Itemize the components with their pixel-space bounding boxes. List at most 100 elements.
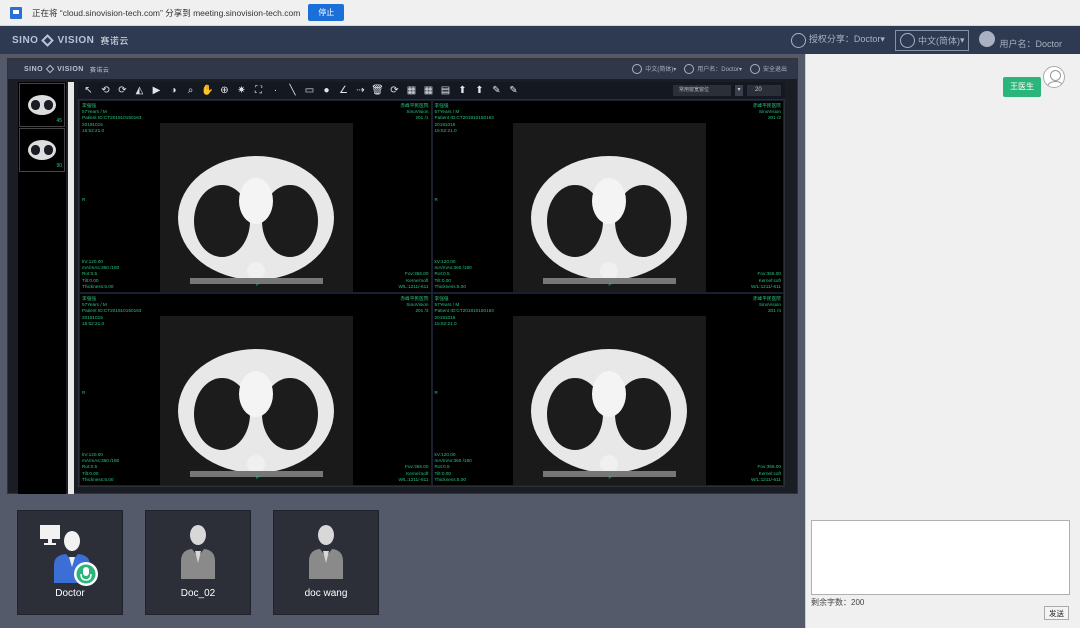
participant-tile[interactable]: Doctor	[17, 510, 123, 615]
pan-icon[interactable]: ✋	[201, 84, 214, 97]
participant-name: doc wang	[304, 588, 348, 599]
participant-tile[interactable]: doc wang	[273, 510, 379, 615]
line-icon[interactable]: ╲	[286, 84, 299, 97]
magnify-icon[interactable]: ⊕	[218, 84, 231, 97]
ct-scan-image	[512, 316, 706, 485]
send-button[interactable]: 发送	[1044, 606, 1069, 620]
shared-globe-icon	[632, 64, 643, 75]
participant-avatar-icon	[40, 523, 98, 586]
hospital-info: 赤峰平民医院 SinoVision 201 /3	[400, 296, 429, 314]
shared-brand-right: VISION	[57, 65, 84, 73]
edit-icon[interactable]: ✎	[507, 84, 520, 97]
shared-brand-cn: 赛诺云	[89, 67, 110, 74]
flip-vertical-icon[interactable]: ▶	[150, 84, 163, 97]
orientation-label: R	[434, 390, 438, 395]
arrow-icon[interactable]: ⇢	[354, 84, 367, 97]
invert-icon[interactable]: ◑	[167, 84, 180, 97]
delete-icon[interactable]: 🗑	[371, 84, 384, 97]
viewport[interactable]: 李强强 57Years / M Patient ID:CT20191015016…	[79, 100, 432, 293]
orientation-bottom-label: P	[256, 474, 260, 480]
chat-message-bubble: 王医生	[1003, 77, 1041, 97]
series-thumbnails: 45 90	[18, 82, 66, 494]
thumbnail-image	[28, 140, 56, 160]
hospital-info: 赤峰平民医院 SinoVision 201 /2	[752, 103, 781, 121]
shared-logout-button[interactable]: 安全退出	[749, 64, 787, 75]
share-icon	[790, 32, 806, 48]
viewer-toolbar: ↖ ⟲ ⟳ ◭ ▶ ◑ ⌕ ✋ ⊕ ✷ ⛶ · ╲ ▭ ● ∠ ⇢ 🗑 ⟳ ▦ …	[78, 82, 785, 99]
series-thumbnail[interactable]: 45	[19, 83, 65, 127]
auth-share-label: 授权分享：Doctor	[808, 34, 881, 45]
rotate-right-icon[interactable]: ⟳	[116, 84, 129, 97]
hospital-info: 赤峰平民医院 SinoVision 201 /4	[752, 296, 781, 314]
shared-logo-diamond-icon	[45, 64, 55, 74]
viewport[interactable]: 李强强 57Years / M Patient ID:CT20191015016…	[431, 293, 784, 486]
globe-icon	[899, 32, 915, 48]
participant-name: Doctor	[55, 588, 85, 599]
username-label: 用户名：Doctor	[999, 38, 1062, 49]
ellipse-icon[interactable]: ●	[320, 84, 333, 97]
layout-grid-alt-icon[interactable]: ▦	[422, 84, 435, 97]
participant-avatar-icon	[178, 523, 218, 579]
orientation-bottom-label: P	[256, 281, 260, 287]
chat-panel: 王医生 剩余字数：200 发送	[805, 54, 1080, 628]
count-select[interactable]: 20	[747, 85, 781, 96]
patient-info: 李强强 57Years / M Patient ID:CT20191015016…	[82, 296, 142, 326]
point-icon[interactable]: ·	[269, 84, 282, 97]
chat-user-avatar-icon	[1043, 66, 1065, 88]
chat-input[interactable]	[811, 520, 1070, 595]
zoom-icon[interactable]: ⌕	[184, 84, 197, 97]
participant-name: Doc_02	[180, 588, 216, 599]
logo-diamond-icon	[41, 33, 55, 47]
orientation-label: R	[82, 390, 86, 395]
main-area: SINO VISION 赛诺云 中文(简体)▾ 用户名：Doctor▾ 安全退出…	[0, 54, 805, 628]
user-avatar-icon	[979, 30, 996, 47]
participant-avatar-icon	[306, 523, 346, 579]
participant-tile[interactable]: Doc_02	[145, 510, 251, 615]
brand-right: VISION	[57, 34, 95, 46]
patient-info: 李强强 57Years / M Patient ID:CT20191015016…	[434, 103, 494, 133]
language-select[interactable]: 中文(简体) ▾	[894, 29, 970, 51]
flip-horizontal-icon[interactable]: ◭	[133, 84, 146, 97]
viewport-grid: 李强强 57Years / M Patient ID:CT20191015016…	[78, 99, 785, 487]
preset-dropdown-icon[interactable]: ▾	[735, 85, 743, 96]
viewport[interactable]: 李强强 57Years / M Patient ID:CT20191015016…	[431, 100, 784, 293]
stop-sharing-button[interactable]: 停止	[308, 4, 345, 21]
ct-scan-image	[160, 123, 353, 292]
ct-scan-image	[160, 316, 353, 485]
patient-info: 李强强 57Years / M Patient ID:CT20191015016…	[82, 103, 142, 133]
export-icon[interactable]: ⬆	[456, 84, 469, 97]
thumbnail-image	[28, 95, 56, 115]
screen-share-bar: 正在将 “cloud.sinovision-tech.com” 分享到 meet…	[0, 0, 1080, 26]
shared-user-icon	[684, 64, 695, 75]
power-icon	[749, 64, 760, 75]
fit-window-icon[interactable]: ⛶	[252, 84, 265, 97]
upload-icon[interactable]: ⬆	[473, 84, 486, 97]
scan-params: kV:120.00 mA/mAs:360 /180 Rot:0.5 Tilt:0…	[434, 258, 472, 289]
shared-language-select[interactable]: 中文(简体)▾	[632, 64, 676, 75]
rotate-left-icon[interactable]: ⟲	[99, 84, 112, 97]
user-menu[interactable]: 用户名：Doctor	[979, 30, 1062, 50]
window-preset-select[interactable]: 常用窗宽窗位	[673, 85, 731, 96]
brand-cn: 赛诺云	[100, 35, 129, 46]
scan-params: kV:120.00 mA/mAs:360 /180 Rot:0.5 Tilt:0…	[82, 258, 120, 289]
window-level-icon[interactable]: ✷	[235, 84, 248, 97]
angle-icon[interactable]: ∠	[337, 84, 350, 97]
window-params: Fov:366.00 Kernel:soft W/L:1211/-611	[750, 464, 781, 482]
shared-brand-left: SINO	[24, 65, 44, 73]
rectangle-icon[interactable]: ▭	[303, 84, 316, 97]
viewport[interactable]: 李强强 57Years / M Patient ID:CT20191015016…	[79, 293, 432, 486]
annotate-icon[interactable]: ✎	[490, 84, 503, 97]
reset-icon[interactable]: ⟳	[388, 84, 401, 97]
share-message: 正在将 “cloud.sinovision-tech.com” 分享到 meet…	[32, 7, 301, 18]
layout-grid-icon[interactable]: ▦	[405, 84, 418, 97]
thumbnail-scrollbar[interactable]	[68, 82, 74, 494]
series-thumbnail[interactable]: 90	[19, 128, 65, 172]
shared-username-label: 用户名：Doctor	[697, 66, 739, 73]
auth-share-menu[interactable]: 授权分享：Doctor▾	[790, 32, 885, 48]
language-label: 中文(简体)	[917, 35, 960, 46]
report-icon[interactable]: ▤	[439, 84, 452, 97]
window-params: Fov:366.00 Kernel:soft W/L:1211/-611	[398, 271, 429, 289]
shared-user-menu[interactable]: 用户名：Doctor▾	[684, 64, 742, 75]
select-tool-icon[interactable]: ↖	[82, 84, 95, 97]
shared-language-label: 中文(简体)	[645, 66, 674, 73]
